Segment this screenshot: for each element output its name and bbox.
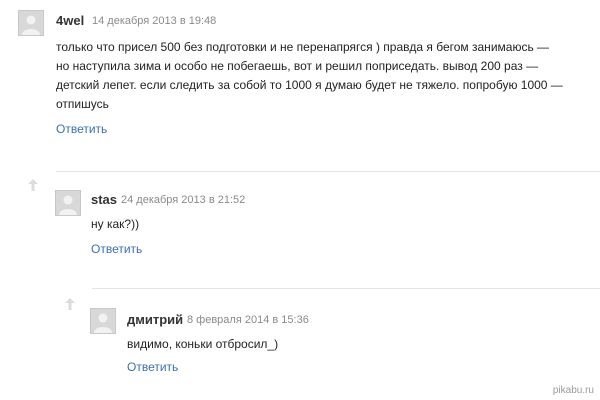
comment-3: дмитрий 8 февраля 2014 в 15:36 видимо, к… [0,0,600,380]
reply-link[interactable]: Ответить [127,360,178,374]
comment-text: видимо, коньки отбросил_) [127,335,587,354]
avatar[interactable] [90,308,116,334]
user-icon [94,313,112,333]
site-watermark: pikabu.ru [552,385,594,396]
comment-text-line: видимо, коньки отбросил_) [127,337,279,351]
comment-author[interactable]: дмитрий [127,312,183,327]
comment-date: 8 февраля 2014 в 15:36 [187,314,309,326]
